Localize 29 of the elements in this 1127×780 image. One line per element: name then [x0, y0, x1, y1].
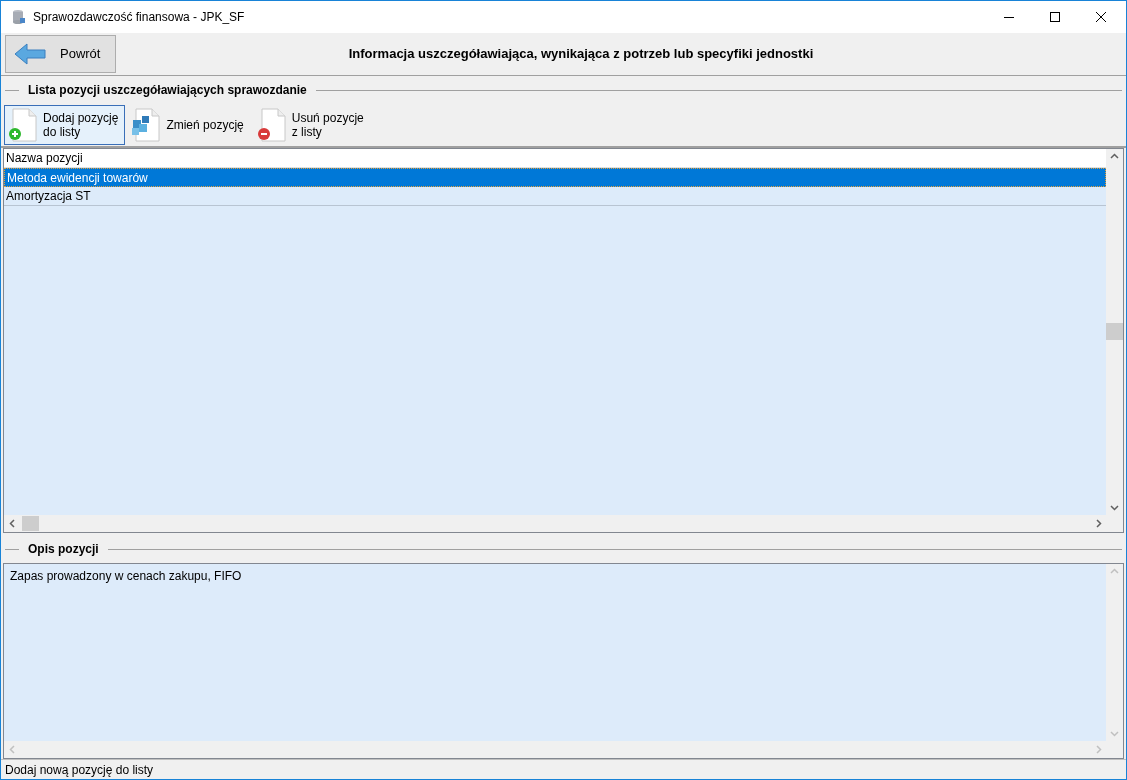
window-title: Sprawozdawczość finansowa - JPK_SF — [33, 9, 245, 26]
status-bar-text: Dodaj nową pozycję do listy — [1, 759, 1126, 779]
arrow-left-icon[interactable] — [9, 519, 15, 528]
table-row[interactable]: Amortyzacja ST — [4, 187, 1106, 206]
header-title: Informacja uszczegóławiająca, wynikająca z potrzeb lub specyfiki jednostki — [347, 45, 815, 64]
document-blocks-icon — [130, 108, 163, 142]
arrow-right-icon[interactable] — [1096, 519, 1102, 528]
document-plus-icon — [7, 108, 39, 142]
scrollbar-thumb[interactable] — [22, 516, 39, 531]
section-title: Lista pozycji uszczegóławiających sprawozdanie — [27, 82, 308, 99]
document-minus-icon — [255, 108, 288, 142]
database-icon — [11, 9, 27, 25]
toolbar-button[interactable]: Usuń pozycje z listy — [252, 105, 371, 145]
maximize-icon[interactable] — [1050, 12, 1060, 22]
arrow-up-icon[interactable] — [1110, 153, 1119, 159]
description-text: Zapas prowadzony w cenach zakupu, FIFO — [9, 568, 243, 585]
scrollbar-thumb[interactable] — [1106, 323, 1123, 340]
close-icon[interactable] — [1096, 12, 1106, 22]
description-field[interactable]: Zapas prowadzony w cenach zakupu, FIFO — [3, 563, 1124, 759]
arrow-down-icon[interactable] — [1110, 505, 1119, 511]
horizontal-scrollbar[interactable] — [4, 515, 1123, 532]
arrow-left-icon — [14, 42, 46, 66]
section-title: Opis pozycji — [27, 541, 100, 558]
back-button[interactable]: Powrót — [5, 35, 116, 73]
column-header[interactable]: Nazwa pozycji — [4, 149, 1106, 168]
vertical-scrollbar[interactable] — [1106, 149, 1123, 515]
toolbar-button[interactable]: Zmień pozycję — [127, 105, 251, 145]
toolbar-button[interactable]: Dodaj pozycję do listy — [4, 105, 126, 145]
table-row[interactable]: Metoda ewidencji towarów — [4, 168, 1106, 187]
